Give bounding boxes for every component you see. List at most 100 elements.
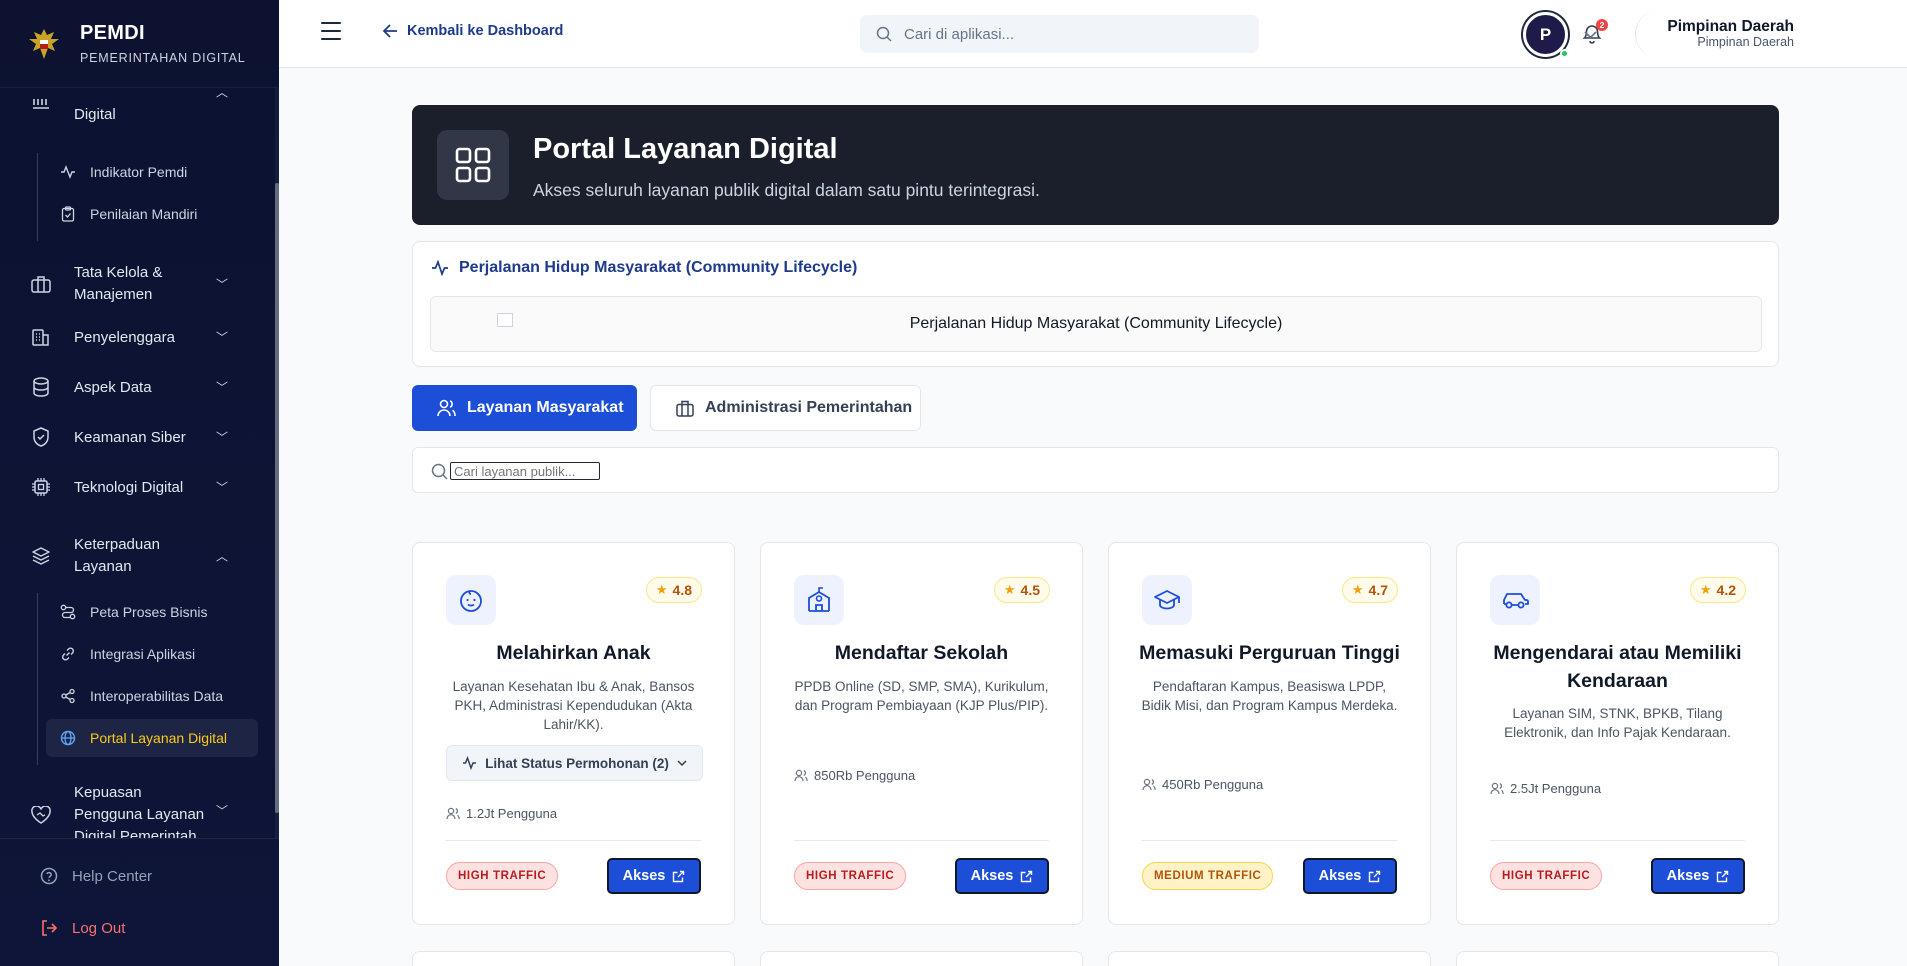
user-count-label: 2.5Jt Pengguna xyxy=(1510,781,1602,796)
chevron-up-icon: ︿ xyxy=(215,549,228,564)
sidebar-footer: Help Center Log Out xyxy=(0,838,279,966)
page-hero: Portal Layanan Digital Akses seluruh lay… xyxy=(412,105,1779,225)
users-icon xyxy=(446,807,460,820)
user-count: 450Rb Pengguna xyxy=(1142,777,1263,792)
shield-check-icon xyxy=(30,426,52,448)
service-card-partial[interactable] xyxy=(760,951,1083,966)
nav-group-aspek-data[interactable]: Aspek Data ﹀ xyxy=(0,366,258,408)
card-divider xyxy=(1142,840,1397,841)
nav-group-kepuasan[interactable]: Kepuasan Pengguna Layanan Digital Pemeri… xyxy=(0,782,258,838)
service-card: ★ 4.2 Mengendarai atau Memiliki Kendaraan… xyxy=(1456,542,1779,925)
nav-group-keamanan-siber[interactable]: Keamanan Siber ﹀ xyxy=(0,416,258,458)
rating-badge: ★ 4.5 xyxy=(993,577,1050,603)
view-status-button[interactable]: Lihat Status Permohonan (2) xyxy=(446,745,703,781)
service-card-partial[interactable] xyxy=(412,951,735,966)
user-count-label: 1.2Jt Pengguna xyxy=(466,806,558,821)
sub-line xyxy=(37,153,38,241)
share-icon xyxy=(60,688,76,704)
menu-toggle-icon[interactable] xyxy=(321,22,341,40)
back-to-dashboard-link[interactable]: Kembali ke Dashboard xyxy=(383,23,563,39)
app-search-input[interactable] xyxy=(904,25,1234,43)
baby-icon xyxy=(446,575,496,625)
logout-link[interactable]: Log Out xyxy=(40,919,125,937)
user-name: Pimpinan Daerah xyxy=(1667,18,1794,35)
chevron-down-icon[interactable] xyxy=(1584,26,1597,44)
card-title: Mendaftar Sekolah xyxy=(834,642,1009,664)
chevron-down-icon: ﹀ xyxy=(215,480,228,495)
rating-badge: ★ 4.7 xyxy=(1341,577,1398,603)
service-card: ★ 4.7 Memasuki Perguruan Tinggi Pendaftar… xyxy=(1108,542,1431,925)
service-card-partial[interactable] xyxy=(1456,951,1779,966)
nav-group-digital[interactable]: Digital ︿ xyxy=(0,88,258,124)
sidebar-item-peta-proses-bisnis[interactable]: Peta Proses Bisnis xyxy=(46,593,258,631)
card-title: Memasuki Perguruan Tinggi xyxy=(1139,642,1400,664)
rating-value: 4.5 xyxy=(1020,582,1040,598)
users-icon xyxy=(437,399,456,417)
card-title: Mengendarai atau Memiliki Kendaraan xyxy=(1493,642,1742,692)
sidebar-item-integrasi-aplikasi[interactable]: Integrasi Aplikasi xyxy=(46,635,258,673)
sidebar-item-label: Indikator Pemdi xyxy=(90,164,188,180)
help-circle-icon xyxy=(40,867,58,885)
nav-group-label: Kepuasan Pengguna Layanan Digital Pemeri… xyxy=(74,784,205,838)
lifecycle-title-text: Perjalanan Hidup Masyarakat (Community L… xyxy=(459,259,858,276)
card-description: Layanan SIM, STNK, BPKB, Tilang Elektron… xyxy=(1504,706,1731,740)
service-card-partial[interactable] xyxy=(1108,951,1431,966)
briefcase-icon xyxy=(676,400,694,417)
nav-group-penyelenggara[interactable]: Penyelenggara ﹀ xyxy=(0,316,258,358)
activity-icon xyxy=(463,756,477,770)
nav-group-tata-kelola[interactable]: Tata Kelola & Manajemen ﹀ xyxy=(0,256,258,312)
tab-label: Layanan Masyarakat xyxy=(467,399,624,416)
sidebar-item-interoperabilitas-data[interactable]: Interoperabilitas Data xyxy=(46,677,258,715)
traffic-badge: HIGH TRAFFIC xyxy=(446,862,559,890)
garuda-logo xyxy=(26,24,62,64)
service-search-input[interactable] xyxy=(450,462,600,480)
access-button[interactable]: Akses xyxy=(955,858,1049,894)
activity-icon xyxy=(60,164,76,180)
rating-value: 4.7 xyxy=(1368,582,1388,598)
building-icon xyxy=(30,326,52,348)
card-description: PPDB Online (SD, SMP, SMA), Kurikulum, d… xyxy=(794,679,1049,713)
tab-administrasi-pemerintahan[interactable]: Administrasi Pemerintahan xyxy=(650,385,921,431)
route-icon xyxy=(60,604,76,620)
lifecycle-title: Perjalanan Hidup Masyarakat (Community L… xyxy=(431,259,857,277)
help-center-link[interactable]: Help Center xyxy=(40,867,152,885)
lifecycle-image: Perjalanan Hidup Masyarakat (Community L… xyxy=(430,296,1762,352)
star-icon: ★ xyxy=(1003,582,1016,597)
users-icon xyxy=(794,769,808,782)
card-divider xyxy=(794,840,1049,841)
brand-subtitle: PEMERINTAHAN DIGITAL xyxy=(80,51,246,65)
clipboard-check-icon xyxy=(60,206,76,222)
activity-icon xyxy=(432,259,448,277)
sidebar-item-label: Penilaian Mandiri xyxy=(90,206,198,222)
sidebar-item-indikator-pemdi[interactable]: Indikator Pemdi xyxy=(46,153,258,191)
access-button[interactable]: Akses xyxy=(1303,858,1397,894)
user-menu[interactable]: Pimpinan Daerah Pimpinan Daerah xyxy=(1635,10,1907,58)
view-status-label: Lihat Status Permohonan (2) xyxy=(485,755,669,771)
card-divider xyxy=(1490,840,1745,841)
chevron-down-icon: ﹀ xyxy=(215,277,228,292)
nav-group-keterpaduan[interactable]: Keterpaduan Layanan ︿ xyxy=(0,528,258,584)
service-card: ★ 4.8 Melahirkan Anak Layanan Kesehatan I… xyxy=(412,542,735,925)
access-button[interactable]: Akses xyxy=(607,858,701,894)
star-icon: ★ xyxy=(655,582,668,597)
external-link-icon xyxy=(1369,870,1381,882)
sidebar-item-label: Peta Proses Bisnis xyxy=(90,604,208,620)
app-search[interactable] xyxy=(860,15,1259,53)
user-count: 2.5Jt Pengguna xyxy=(1490,781,1601,796)
access-label: Akses xyxy=(1666,868,1710,884)
columns-icon xyxy=(30,93,52,115)
sidebar-item-label: Integrasi Aplikasi xyxy=(90,646,196,662)
sidebar-item-portal-layanan-digital[interactable]: Portal Layanan Digital xyxy=(46,719,258,757)
sidebar-nav[interactable]: Digital ︿ Indikator Pemdi Penilaian Mand… xyxy=(0,88,279,838)
sidebar-scrollbar-thumb[interactable] xyxy=(275,183,279,813)
tab-layanan-masyarakat[interactable]: Layanan Masyarakat xyxy=(412,385,637,431)
sidebar: PEMDI PEMERINTAHAN DIGITAL Digital ︿ Ind… xyxy=(0,0,279,966)
access-button[interactable]: Akses xyxy=(1651,858,1745,894)
rating-badge: ★ 4.8 xyxy=(645,577,702,603)
chevron-down-icon xyxy=(677,760,687,766)
nav-group-teknologi-digital[interactable]: Teknologi Digital ﹀ xyxy=(0,466,258,508)
user-role: Pimpinan Daerah xyxy=(1697,35,1794,49)
chevron-down-icon: ﹀ xyxy=(215,804,228,818)
traffic-badge: HIGH TRAFFIC xyxy=(794,862,907,890)
sidebar-item-penilaian-mandiri[interactable]: Penilaian Mandiri xyxy=(46,195,258,233)
